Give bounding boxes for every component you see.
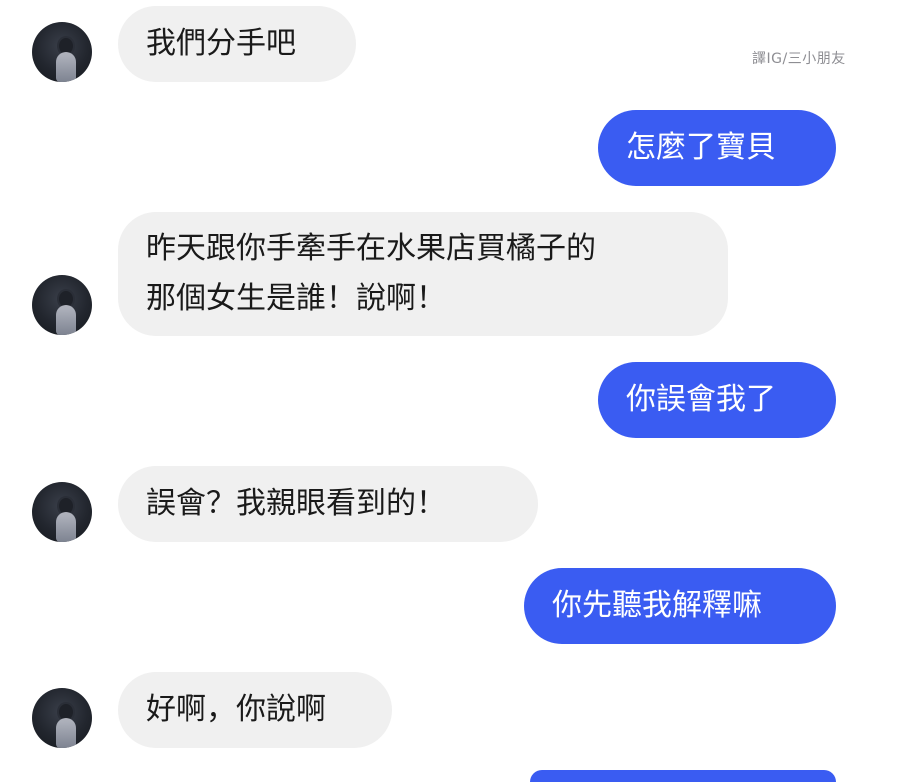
message-text: 怎麼了寶貝: [626, 130, 776, 165]
message-text: 誤會？我親眼看到的！: [146, 486, 446, 521]
sender-avatar[interactable]: [32, 688, 92, 748]
message-bubble-incoming[interactable]: 我們分手吧: [118, 6, 356, 82]
message-text: 好啊，你說啊: [146, 692, 326, 727]
message-bubble-outgoing-partial[interactable]: [530, 770, 836, 782]
avatar-figure: [56, 718, 76, 748]
message-text: 你先聽我解釋嘛: [552, 588, 762, 623]
sender-avatar[interactable]: [32, 22, 92, 82]
message-bubble-outgoing[interactable]: 怎麼了寶貝: [598, 110, 836, 186]
sender-avatar[interactable]: [32, 482, 92, 542]
message-bubble-incoming[interactable]: 昨天跟你手牽手在水果店買橘子的 那個女生是誰！說啊！: [118, 212, 728, 336]
message-bubble-outgoing[interactable]: 你誤會我了: [598, 362, 836, 438]
message-text-line: 昨天跟你手牽手在水果店買橘子的: [146, 231, 596, 266]
message-text: 你誤會我了: [626, 382, 776, 417]
sender-avatar[interactable]: [32, 275, 92, 335]
message-bubble-outgoing[interactable]: 你先聽我解釋嘛: [524, 568, 836, 644]
message-bubble-incoming[interactable]: 好啊，你說啊: [118, 672, 392, 748]
avatar-figure: [56, 512, 76, 542]
message-text-line: 那個女生是誰！說啊！: [146, 281, 446, 316]
message-bubble-incoming[interactable]: 誤會？我親眼看到的！: [118, 466, 538, 542]
avatar-figure: [56, 305, 76, 335]
avatar-figure: [56, 52, 76, 82]
watermark-credit: 譯IG/三小朋友: [752, 51, 846, 67]
message-text: 我們分手吧: [146, 26, 296, 61]
